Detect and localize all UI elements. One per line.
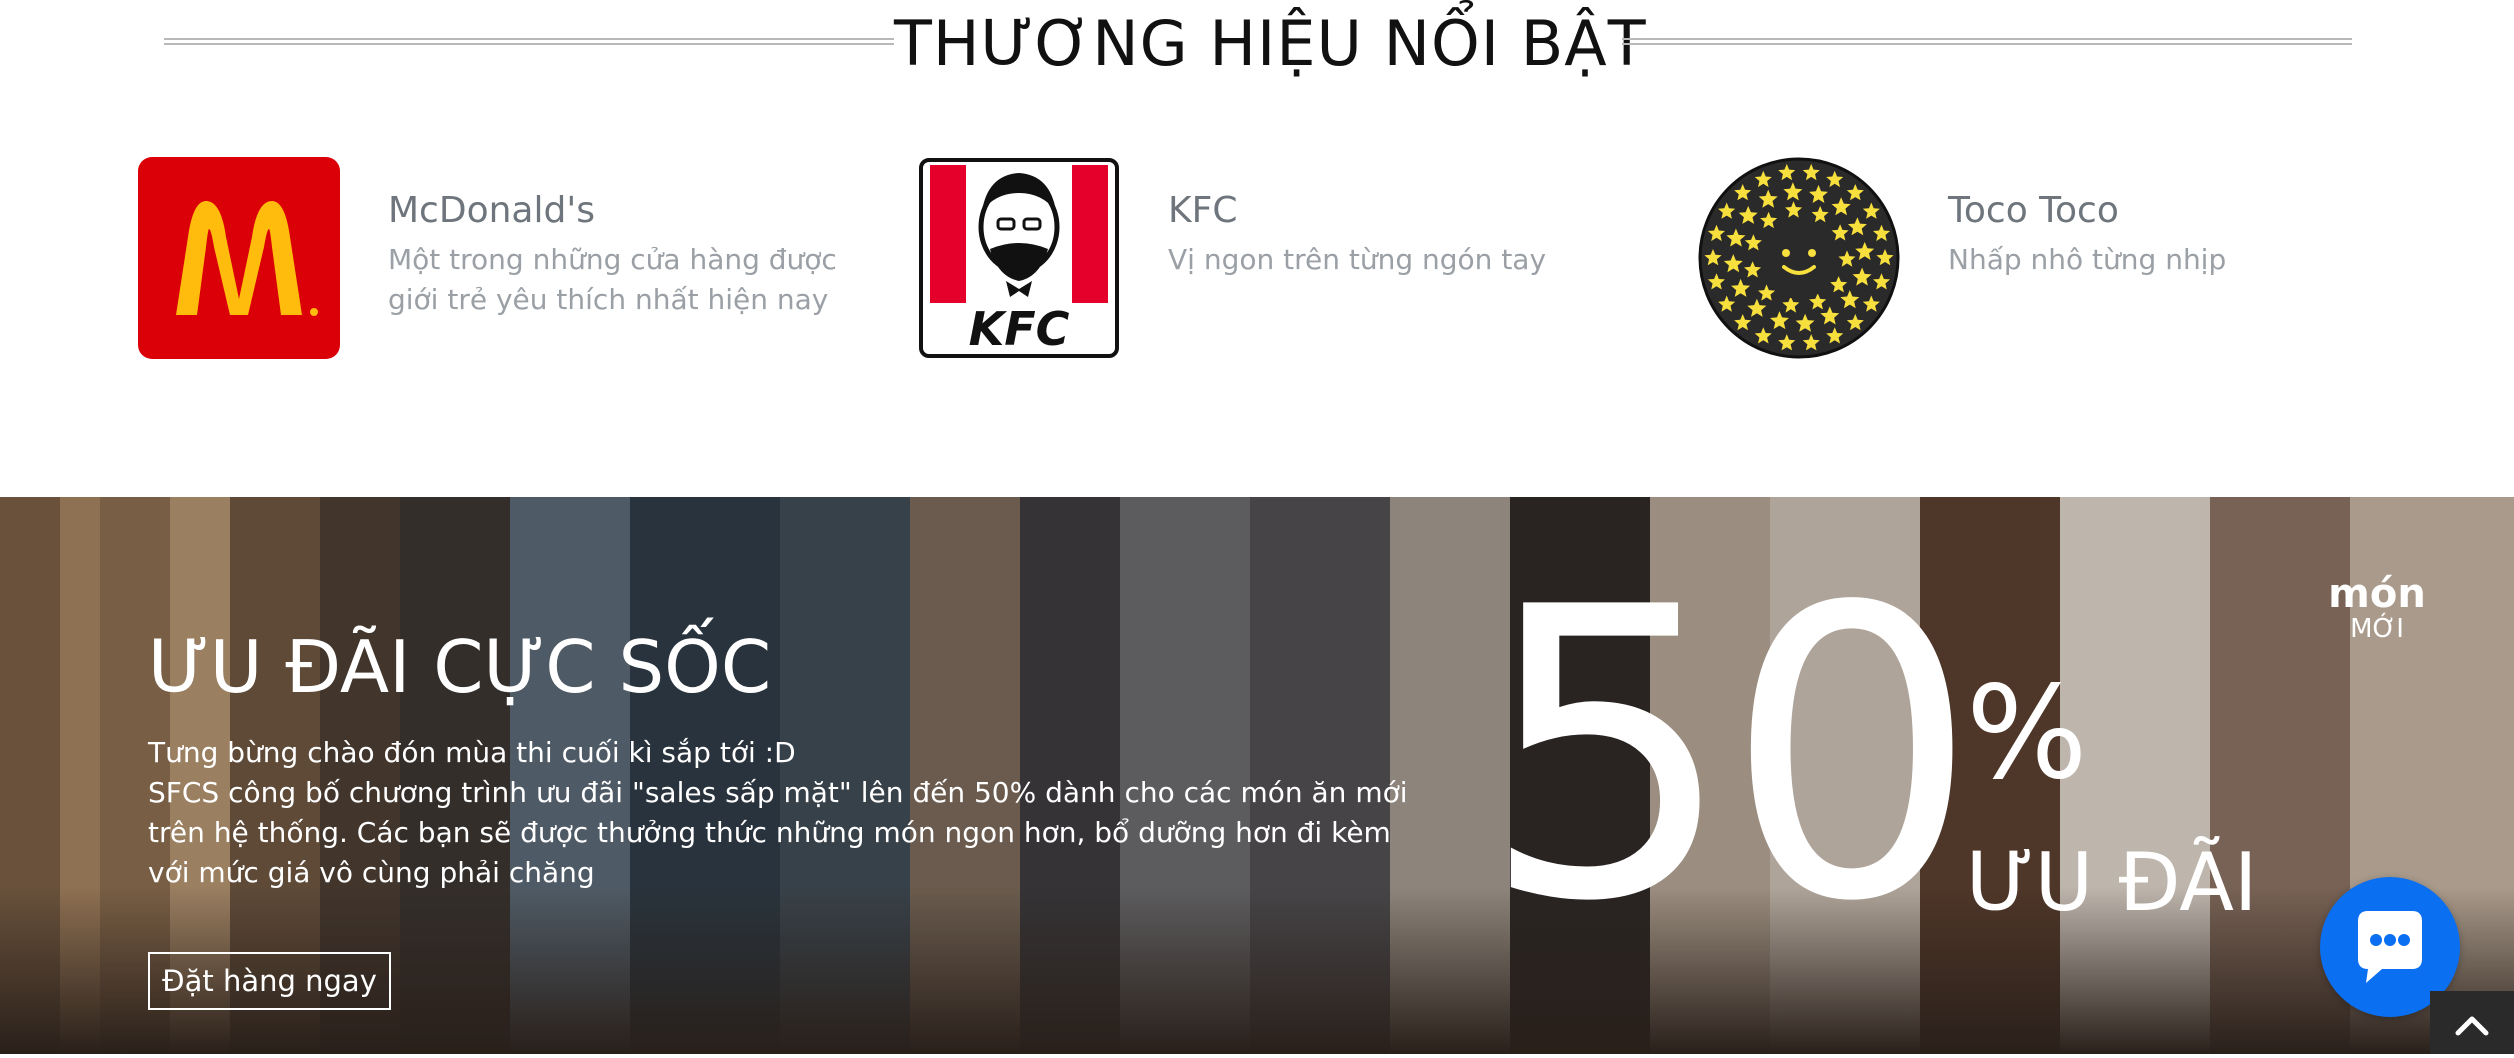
discount-number: 50 [1480, 524, 1979, 989]
brand-description-toco-toco: Nhấp nhô từng nhịp [1948, 243, 2227, 276]
order-now-button[interactable]: Đặt hàng ngay [148, 952, 391, 1010]
featured-brands-section: THƯƠNG HIỆU NỔI BẬT McDonald's Một trong… [0, 0, 2514, 497]
new-dish-badge: món MỚI [2320, 573, 2434, 643]
new-badge-bottom-text: MỚI [2350, 614, 2404, 644]
brand-name-mcdonalds[interactable]: McDonald's [388, 186, 595, 236]
mcdonalds-logo[interactable] [138, 157, 340, 359]
brand-description-mcdonalds: Một trong những cửa hàng được giới trẻ y… [388, 243, 837, 316]
brand-name-kfc[interactable]: KFC [1168, 186, 1237, 236]
brand-description-kfc: Vị ngon trên từng ngón tay [1168, 243, 1547, 276]
title-divider-left [164, 38, 894, 45]
title-divider-right [1622, 38, 2352, 45]
discount-label: ƯU ĐÃI [1966, 836, 2258, 929]
promo-intro-text: Tưng bừng chào đón mùa thi cuối kì sắp t… [148, 736, 796, 769]
promo-description-text: SFCS công bố chương trình ưu đãi "sales … [148, 776, 1408, 889]
promo-title: ƯU ĐÃI CỰC SỐC [148, 625, 772, 709]
scroll-to-top-button[interactable] [2430, 991, 2514, 1054]
brand-name-toco-toco[interactable]: Toco Toco [1948, 186, 2119, 236]
section-title: THƯƠNG HIỆU NỔI BẬT [894, 7, 1647, 80]
kfc-logo-text: KFC [969, 302, 1070, 356]
toco-toco-logo[interactable] [1698, 157, 1900, 359]
kfc-logo[interactable]: KFC [918, 157, 1120, 359]
new-badge-top-text: món [2328, 571, 2426, 617]
promo-banner: ƯU ĐÃI CỰC SỐC Tưng bừng chào đón mùa th… [0, 497, 2514, 1054]
discount-percent-sign: % [1966, 659, 2088, 808]
chevron-up-icon [2455, 1016, 2489, 1036]
